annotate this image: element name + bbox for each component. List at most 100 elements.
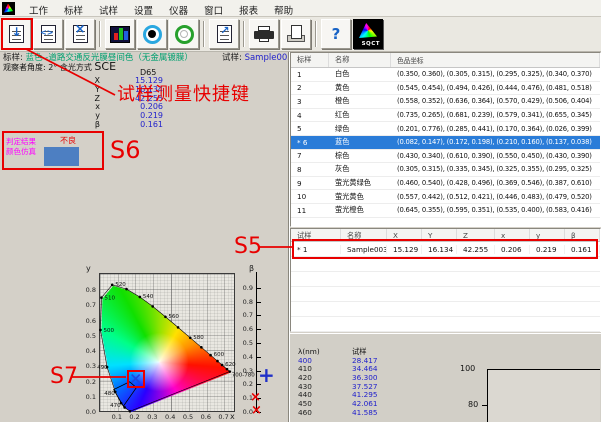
wavelength-label: 480 xyxy=(104,391,115,397)
toolbar: ↓ <> × ↗ ? SQCT xyxy=(0,17,601,52)
empty-row[interactable] xyxy=(291,257,600,272)
table-row[interactable]: 4红色(0.735, 0.265), (0.681, 0.239), (0.57… xyxy=(291,109,600,123)
app-logo-icon xyxy=(2,2,15,15)
standards-column-header: 名称 xyxy=(329,53,391,67)
table-row[interactable]: 1白色(0.350, 0.360), (0.305, 0.315), (0.29… xyxy=(291,68,600,82)
standard-name: 棕色 xyxy=(329,151,391,161)
empty-row[interactable] xyxy=(291,317,600,332)
beta-tick-label: 0.7 xyxy=(236,311,253,319)
wavelength-label: 490 xyxy=(97,365,108,371)
export-data-button[interactable]: ↗ xyxy=(209,19,239,49)
x-tick-label: 0.1 xyxy=(111,413,123,421)
standard-coords: (0.460, 0.540), (0.428, 0.496), (0.369, … xyxy=(391,179,600,187)
empty-row[interactable] xyxy=(291,272,600,287)
locus-dot xyxy=(139,296,142,299)
wavelength-label: 520 xyxy=(115,282,126,288)
value-label: y xyxy=(0,112,100,121)
table-row[interactable]: 5绿色(0.201, 0.776), (0.285, 0.441), (0.17… xyxy=(291,122,600,136)
delete-record-button[interactable]: × xyxy=(65,19,95,49)
wavelength-label: 600 xyxy=(214,352,225,358)
standards-table-header: 标样名称色品坐标 xyxy=(291,53,600,68)
value-row: β0.161 xyxy=(0,121,163,130)
spectral-locus-outline xyxy=(100,285,229,411)
color-chart-button[interactable] xyxy=(105,19,135,49)
beta-tick-label: 0.9 xyxy=(236,284,253,292)
standard-id: 5 xyxy=(291,124,329,133)
spectral-row: 46041.585 xyxy=(298,409,402,418)
beta-sample-plus-marker: + xyxy=(258,363,275,387)
standards-table-filler xyxy=(291,218,600,226)
menu-item[interactable]: 窗口 xyxy=(196,6,231,17)
beta-tick xyxy=(257,329,261,330)
locus-dot xyxy=(200,346,203,349)
print-preview-button[interactable] xyxy=(281,19,311,49)
standard-id: 8 xyxy=(291,165,329,174)
beta-tick-label: 0.4 xyxy=(236,353,253,361)
table-row[interactable]: 10萤光黄色(0.557, 0.442), (0.512, 0.421), (0… xyxy=(291,190,600,204)
standard-name: 蓝色 xyxy=(329,137,391,147)
standards-column-header: 色品坐标 xyxy=(391,53,600,67)
menu-item[interactable]: 帮助 xyxy=(266,6,301,17)
standard-coords: (0.350, 0.360), (0.305, 0.315), (0.295, … xyxy=(391,70,600,78)
locus-dot xyxy=(226,368,229,371)
help-button[interactable]: ? xyxy=(321,19,351,49)
print-preview-icon xyxy=(287,25,305,43)
table-row[interactable]: 2黄色(0.545, 0.454), (0.494, 0.426), (0.44… xyxy=(291,82,600,96)
y-tick-label: 0.8 xyxy=(80,286,96,294)
menu-item[interactable]: 报表 xyxy=(231,6,266,17)
standard-coords: (0.201, 0.776), (0.285, 0.441), (0.170, … xyxy=(391,125,600,133)
table-row[interactable]: 9萤光黄绿色(0.460, 0.540), (0.428, 0.496), (0… xyxy=(291,177,600,191)
x-tick-label: 0.5 xyxy=(182,413,194,421)
beta-tick-label: 0.3 xyxy=(236,367,253,375)
standard-name: 红色 xyxy=(329,110,391,120)
black-calibration-button[interactable] xyxy=(137,19,167,49)
wavelength-value: 460 xyxy=(298,409,352,418)
standard-id: 3 xyxy=(291,97,329,106)
toolbar-separator xyxy=(243,21,245,47)
beta-lower-x-marker: × xyxy=(251,403,262,418)
standard-coords: (0.735, 0.265), (0.681, 0.239), (0.579, … xyxy=(391,111,600,119)
value-label: X xyxy=(0,77,100,86)
standard-id: 10 xyxy=(291,192,329,201)
menu-item[interactable]: 标样 xyxy=(56,6,91,17)
print-button[interactable] xyxy=(249,19,279,49)
beta-tick xyxy=(257,288,261,289)
toolbar-separator xyxy=(203,21,205,47)
locus-dot xyxy=(151,305,154,308)
spec-ytick-80: 80 xyxy=(468,400,478,409)
black-calibration-icon xyxy=(143,25,162,44)
empty-row[interactable] xyxy=(291,287,600,302)
judgement-result-value: 不良 xyxy=(60,135,76,146)
beta-tick-label: 0.6 xyxy=(236,325,253,333)
table-row[interactable]: 3橙色(0.558, 0.352), (0.636, 0.364), (0.57… xyxy=(291,95,600,109)
y-tick-label: 0.1 xyxy=(80,393,96,401)
view-switch-button[interactable]: <> xyxy=(33,19,63,49)
menu-item[interactable]: 工作 xyxy=(21,6,56,17)
mode-label: 含光方式 xyxy=(60,63,92,72)
beta-tick-label: 0.2 xyxy=(236,380,253,388)
beta-tick xyxy=(257,315,261,316)
white-calibration-button[interactable] xyxy=(169,19,199,49)
table-row[interactable]: 7棕色(0.430, 0.340), (0.610, 0.390), (0.55… xyxy=(291,150,600,164)
table-row[interactable]: 11萤光橙色(0.645, 0.355), (0.595, 0.351), (0… xyxy=(291,204,600,218)
sqct-label: SQCT xyxy=(362,41,380,47)
white-calibration-icon xyxy=(175,25,194,44)
menu-item[interactable]: 仪器 xyxy=(161,6,196,17)
table-row[interactable]: * 6蓝色(0.082, 0.147), (0.172, 0.198), (0.… xyxy=(291,136,600,150)
standard-id: 2 xyxy=(291,83,329,92)
beta-tick xyxy=(257,357,261,358)
table-row[interactable]: 8灰色(0.305, 0.315), (0.335, 0.345), (0.32… xyxy=(291,163,600,177)
locus-dot xyxy=(125,288,128,291)
empty-row[interactable] xyxy=(291,302,600,317)
beta-tick xyxy=(257,343,261,344)
y-tick-label: 0.7 xyxy=(80,301,96,309)
menu-item[interactable]: 试样 xyxy=(91,6,126,17)
spectral-list: λ(nm) 试样 40028.41741034.46442036.3004303… xyxy=(298,348,402,418)
standard-coords: (0.558, 0.352), (0.636, 0.364), (0.570, … xyxy=(391,97,600,105)
value-number: 0.161 xyxy=(100,121,163,130)
spectral-row: 43037.527 xyxy=(298,383,402,392)
menu-item[interactable]: 设置 xyxy=(126,6,161,17)
standard-id: 4 xyxy=(291,111,329,120)
standard-name: 绿色 xyxy=(329,124,391,134)
sqct-logo-button[interactable]: SQCT xyxy=(353,19,383,49)
